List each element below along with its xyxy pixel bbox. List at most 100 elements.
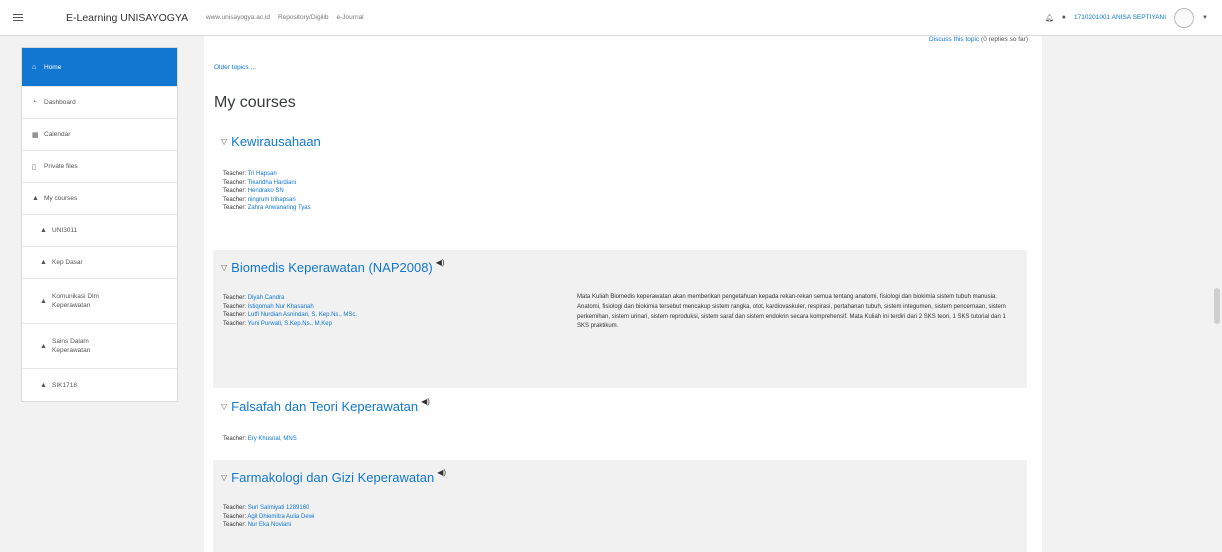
- teacher-label: Teacher:: [223, 295, 247, 301]
- teacher-name-link[interactable]: Tikaridha Hardiani: [248, 180, 296, 186]
- teacher-row: Teacher: Lutfi Nurdian Asnindari, S. Kep…: [223, 311, 357, 320]
- teacher-label: Teacher:: [223, 188, 247, 195]
- chevron-down-icon[interactable]: ▼: [1202, 15, 1208, 21]
- sidebar-item-komunikasi-dlm-keperawatan[interactable]: ▲ Komunikasi Dlm Keperawatan: [22, 279, 177, 324]
- course-expand-icon[interactable]: ▽: [221, 263, 227, 272]
- teacher-row: Teacher: ningrum trihapsari: [223, 196, 311, 205]
- teacher-list: Teacher: Ery Khusnal, MNS: [223, 435, 297, 444]
- course-box: ▽ Biomedis Keperawatan (NAP2008) ◀︎) Teache…: [213, 250, 1027, 388]
- teacher-row: Teacher: Zahra Anwanaring Tyas: [223, 204, 311, 213]
- course-title-link[interactable]: Falsafah dan Teori Keperawatan: [231, 399, 418, 414]
- sidebar-item-label: SIK1718: [52, 381, 77, 389]
- course-expand-icon[interactable]: ▽: [221, 473, 227, 482]
- teacher-name-link[interactable]: Yuni Purwati, S.Kep.Ns., M.Kep: [248, 321, 332, 327]
- sidebar-item-dashboard[interactable]: ◔ Dashboard: [22, 87, 177, 119]
- course-title[interactable]: ▽ Kewirausahaan: [221, 134, 321, 149]
- graduation-cap-icon: ▲: [40, 381, 47, 389]
- teacher-row: Teacher: Hendrako SN: [223, 187, 311, 196]
- discuss-count: (0 replies so far): [981, 36, 1028, 43]
- teacher-label: Teacher:: [223, 513, 247, 520]
- sidebar-item-kep-dasar[interactable]: ▲ Kep Dasar: [22, 247, 177, 279]
- course-expand-icon[interactable]: ▽: [221, 402, 227, 411]
- forum-icon: ◀︎): [421, 397, 430, 406]
- teacher-name-link[interactable]: Nur Eka Noviani: [248, 522, 291, 528]
- nav-link-repository[interactable]: Repository/Digilib: [278, 14, 329, 21]
- graduation-cap-icon: ▲: [40, 259, 47, 266]
- teacher-row: Teacher: Diyah Candra: [223, 294, 357, 303]
- avatar[interactable]: [1174, 7, 1195, 28]
- course-title-link[interactable]: Biomedis Keperawatan (NAP2008): [231, 260, 433, 275]
- calendar-icon: ▦: [32, 131, 39, 139]
- teacher-label: Teacher:: [223, 205, 247, 212]
- scrollbar[interactable]: [1214, 288, 1220, 324]
- teacher-row: Teacher: Yuni Purwati, S.Kep.Ns., M.Kep: [223, 320, 357, 329]
- course-title[interactable]: ▽ Farmakologi dan Gizi Keperawatan ◀︎): [221, 468, 447, 485]
- sidebar-item-my-courses[interactable]: ▲ My courses: [22, 183, 177, 215]
- sidebar-item-label: UNI3011: [52, 227, 78, 234]
- teacher-row: Teacher: Nur Eka Noviani: [223, 521, 314, 530]
- sidebar-item-private-files[interactable]: ▯ Private files: [22, 151, 177, 183]
- discuss-topic-link[interactable]: Discuss this topic (0 replies so far): [929, 36, 1028, 43]
- forum-icon: ◀︎): [437, 468, 447, 477]
- course-title[interactable]: ▽ Biomedis Keperawatan (NAP2008) ◀︎): [221, 258, 445, 275]
- sidebar-item-label: Private files: [44, 163, 78, 170]
- site-brand[interactable]: E-Learning UNISAYOGYA: [66, 12, 188, 24]
- sidebar-item-label: Dashboard: [44, 99, 76, 106]
- teacher-name-link[interactable]: Diyah Candra: [248, 295, 285, 301]
- page-title: My courses: [214, 94, 296, 111]
- sidebar-item-calendar[interactable]: ▦ Calendar: [22, 119, 177, 151]
- teacher-label: Teacher:: [223, 303, 247, 310]
- teacher-name-link[interactable]: Hendrako SN: [248, 188, 284, 194]
- sidebar-item-label: Home: [44, 63, 62, 71]
- teacher-name-link[interactable]: Agil Dhiemitra Aulia Dewi: [247, 514, 314, 520]
- teacher-name-link[interactable]: Ery Khusnal, MNS: [248, 436, 297, 442]
- teacher-name-link[interactable]: Istiqomah Nur Khasanah: [248, 304, 314, 310]
- nav-drawer: ⌂ Home ◔ Dashboard ▦ Calendar ▯ Private files ▲ M…: [21, 47, 178, 402]
- sidebar-item-sains-dalam-keperawatan[interactable]: ▲ Sains Dalam Keperawatan: [22, 324, 177, 369]
- teacher-name-link[interactable]: Suri Salmiyati 1289160: [248, 505, 310, 511]
- nav-link-ejournal[interactable]: e-Journal: [337, 14, 364, 21]
- top-navbar: E-Learning UNISAYOGYA www.unisayogya.ac.…: [0, 0, 1222, 36]
- sidebar-item-label: Komunikasi Dlm Keperawatan: [52, 293, 99, 309]
- teacher-label: Teacher:: [223, 505, 247, 511]
- user-nav: 🔔︎ ● 1710201001 ANISA SEPTIYANI ▼: [1045, 7, 1208, 28]
- user-menu-name[interactable]: 1710201001 ANISA SEPTIYANI: [1074, 14, 1166, 21]
- right-region: [1042, 36, 1222, 552]
- teacher-name-link[interactable]: ningrum trihapsari: [248, 197, 296, 203]
- chat-icon[interactable]: ●: [1062, 14, 1066, 21]
- graduation-cap-icon: ▲: [40, 342, 47, 350]
- custom-menu: www.unisayogya.ac.id Repository/Digilib …: [206, 14, 364, 21]
- course-title[interactable]: ▽ Falsafah dan Teori Keperawatan ◀︎): [221, 397, 430, 414]
- nav-link-website[interactable]: www.unisayogya.ac.id: [206, 14, 270, 21]
- discuss-link-text[interactable]: Discuss this topic: [929, 36, 979, 43]
- teacher-list: Teacher: Suri Salmiyati 1289160 Teacher: …: [223, 504, 314, 530]
- sidebar-item-label: Sains Dalam Keperawatan: [52, 338, 91, 354]
- teacher-label: Teacher:: [223, 522, 247, 529]
- course-title-link[interactable]: Farmakologi dan Gizi Keperawatan: [231, 470, 434, 485]
- teacher-row: Teacher: Suri Salmiyati 1289160: [223, 504, 314, 513]
- course-box: ▽ Farmakologi dan Gizi Keperawatan ◀︎) Teac…: [213, 460, 1027, 552]
- teacher-label: Teacher:: [223, 320, 247, 327]
- hamburger-icon: [13, 13, 23, 22]
- teacher-row: Teacher: Agil Dhiemitra Aulia Dewi: [223, 513, 314, 522]
- teacher-name-link[interactable]: Tri Hapsari: [248, 171, 277, 177]
- graduation-cap-icon: ▲: [40, 297, 47, 305]
- menu-toggle-button[interactable]: [0, 0, 36, 36]
- older-topics-link[interactable]: Older topics ...: [214, 64, 256, 71]
- teacher-label: Teacher:: [223, 171, 247, 177]
- sidebar-item-sik1718[interactable]: ▲ SIK1718: [22, 369, 177, 401]
- sidebar-item-uni3011[interactable]: ▲ UNI3011: [22, 215, 177, 247]
- teacher-list: Teacher: Diyah Candra Teacher: Istiqomah …: [223, 294, 357, 328]
- teacher-label: Teacher:: [223, 436, 247, 442]
- sidebar-item-home[interactable]: ⌂ Home: [22, 48, 177, 87]
- teacher-name-link[interactable]: Lutfi Nurdian Asnindari, S. Kep.Ns., MSc…: [248, 312, 357, 318]
- sidebar-item-label: Calendar: [44, 131, 71, 138]
- course-title-link[interactable]: Kewirausahaan: [231, 134, 321, 149]
- sidebar-item-label: Kep Dasar: [52, 259, 83, 266]
- bell-icon[interactable]: 🔔︎: [1045, 14, 1054, 22]
- course-expand-icon[interactable]: ▽: [221, 137, 227, 146]
- teacher-name-link[interactable]: Zahra Anwanaring Tyas: [248, 205, 311, 211]
- teacher-row: Teacher: Tikaridha Hardiani: [223, 179, 311, 188]
- dashboard-icon: ◔: [32, 99, 37, 106]
- teacher-label: Teacher:: [223, 179, 247, 186]
